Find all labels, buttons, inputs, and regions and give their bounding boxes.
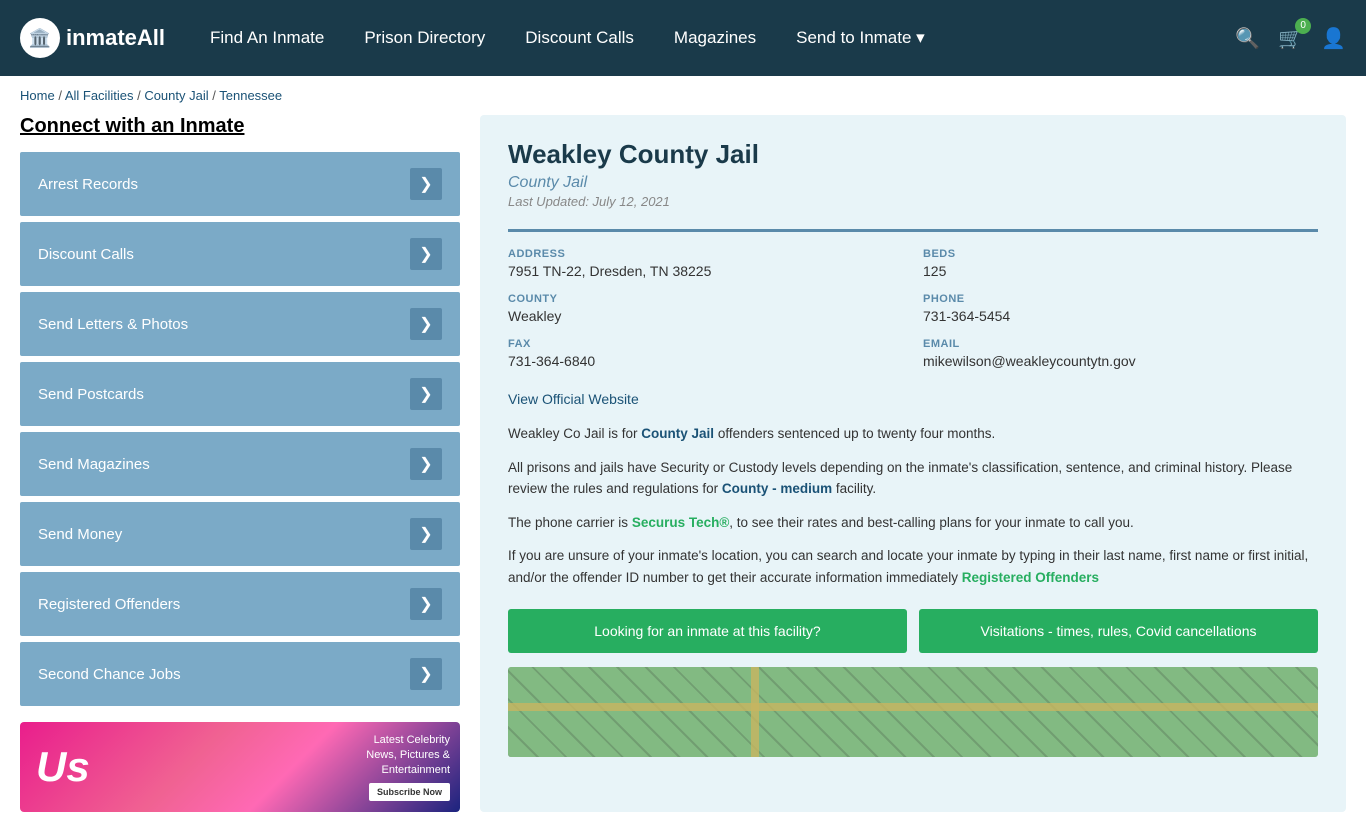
map-preview[interactable]: [508, 667, 1318, 757]
nav-find-inmate[interactable]: Find An Inmate: [210, 28, 324, 48]
ad-logo: Us: [20, 733, 106, 801]
address-field: ADDRESS 7951 TN-22, Dresden, TN 38225: [508, 248, 903, 279]
sidebar-arrow-discount-calls: ❯: [410, 238, 442, 270]
breadcrumb-all-facilities[interactable]: All Facilities: [65, 88, 134, 103]
sidebar-arrow-send-postcards: ❯: [410, 378, 442, 410]
cart-icon[interactable]: 🛒 0: [1278, 26, 1303, 51]
main-nav: Find An Inmate Prison Directory Discount…: [210, 28, 1205, 48]
sidebar-arrow-registered-offenders: ❯: [410, 588, 442, 620]
beds-field: BEDS 125: [923, 248, 1318, 279]
email-label: EMAIL: [923, 338, 1318, 350]
sidebar-item-label: Send Magazines: [38, 456, 150, 473]
sidebar-arrow-second-chance-jobs: ❯: [410, 658, 442, 690]
visitations-button[interactable]: Visitations - times, rules, Covid cancel…: [919, 609, 1318, 653]
sidebar-item-send-magazines[interactable]: Send Magazines ❯: [20, 432, 460, 496]
phone-value: 731-364-5454: [923, 308, 1318, 324]
view-website-link[interactable]: View Official Website: [508, 391, 639, 407]
sidebar-item-send-letters[interactable]: Send Letters & Photos ❯: [20, 292, 460, 356]
sidebar-arrow-send-money: ❯: [410, 518, 442, 550]
link-registered-offenders[interactable]: Registered Offenders: [962, 570, 1099, 585]
sidebar-item-registered-offenders[interactable]: Registered Offenders ❯: [20, 572, 460, 636]
find-inmate-button[interactable]: Looking for an inmate at this facility?: [508, 609, 907, 653]
ad-subscribe-button[interactable]: Subscribe Now: [369, 783, 450, 802]
facility-card: Weakley County Jail County Jail Last Upd…: [480, 115, 1346, 812]
user-icon[interactable]: 👤: [1321, 26, 1346, 51]
sidebar-title: Connect with an Inmate: [20, 115, 460, 138]
sidebar: Connect with an Inmate Arrest Records ❯ …: [20, 115, 460, 812]
breadcrumb-home[interactable]: Home: [20, 88, 55, 103]
sidebar-item-label: Discount Calls: [38, 246, 134, 263]
header-icons: 🔍 🛒 0 👤: [1235, 26, 1346, 51]
facility-details: ADDRESS 7951 TN-22, Dresden, TN 38225 BE…: [508, 229, 1318, 369]
fax-label: FAX: [508, 338, 903, 350]
map-image: [508, 667, 1318, 757]
sidebar-arrow-arrest-records: ❯: [410, 168, 442, 200]
sidebar-item-discount-calls[interactable]: Discount Calls ❯: [20, 222, 460, 286]
logo[interactable]: 🏛️ inmateAll: [20, 18, 180, 58]
sidebar-arrow-send-magazines: ❯: [410, 448, 442, 480]
sidebar-item-label: Arrest Records: [38, 176, 138, 193]
ad-banner[interactable]: Us Latest Celebrity News, Pictures & Ent…: [20, 722, 460, 812]
nav-magazines[interactable]: Magazines: [674, 28, 756, 48]
county-field: COUNTY Weakley: [508, 293, 903, 324]
desc-para-3: The phone carrier is Securus Tech®, to s…: [508, 512, 1318, 534]
header: 🏛️ inmateAll Find An Inmate Prison Direc…: [0, 0, 1366, 76]
sidebar-item-send-money[interactable]: Send Money ❯: [20, 502, 460, 566]
desc-para-1: Weakley Co Jail is for County Jail offen…: [508, 423, 1318, 445]
facility-type: County Jail: [508, 174, 1318, 192]
fax-value: 731-364-6840: [508, 353, 903, 369]
sidebar-arrow-send-letters: ❯: [410, 308, 442, 340]
beds-label: BEDS: [923, 248, 1318, 260]
desc-para-2: All prisons and jails have Security or C…: [508, 457, 1318, 500]
address-value: 7951 TN-22, Dresden, TN 38225: [508, 263, 903, 279]
breadcrumb-county-jail[interactable]: County Jail: [144, 88, 208, 103]
desc-para-4: If you are unsure of your inmate's locat…: [508, 545, 1318, 588]
link-county-medium[interactable]: County - medium: [722, 481, 832, 496]
phone-label: PHONE: [923, 293, 1318, 305]
email-value: mikewilson@weakleycountytn.gov: [923, 353, 1318, 369]
action-buttons: Looking for an inmate at this facility? …: [508, 609, 1318, 653]
sidebar-item-label: Send Letters & Photos: [38, 316, 188, 333]
facility-updated: Last Updated: July 12, 2021: [508, 194, 1318, 209]
map-road-horizontal: [508, 703, 1318, 711]
facility-description: Weakley Co Jail is for County Jail offen…: [508, 423, 1318, 589]
fax-field: FAX 731-364-6840: [508, 338, 903, 369]
ad-text: Latest Celebrity News, Pictures & Entert…: [106, 733, 460, 802]
county-value: Weakley: [508, 308, 903, 324]
address-label: ADDRESS: [508, 248, 903, 260]
main-content: Connect with an Inmate Arrest Records ❯ …: [0, 115, 1366, 832]
breadcrumb: Home / All Facilities / County Jail / Te…: [0, 76, 1366, 115]
nav-prison-directory[interactable]: Prison Directory: [364, 28, 485, 48]
breadcrumb-tennessee[interactable]: Tennessee: [219, 88, 282, 103]
link-county-jail[interactable]: County Jail: [641, 426, 714, 441]
logo-text: inmateAll: [66, 25, 165, 51]
sidebar-item-label: Send Money: [38, 526, 122, 543]
sidebar-item-arrest-records[interactable]: Arrest Records ❯: [20, 152, 460, 216]
map-road-vertical: [751, 667, 759, 757]
sidebar-item-second-chance-jobs[interactable]: Second Chance Jobs ❯: [20, 642, 460, 706]
sidebar-item-label: Registered Offenders: [38, 596, 180, 613]
county-label: COUNTY: [508, 293, 903, 305]
nav-send-to-inmate[interactable]: Send to Inmate ▾: [796, 28, 925, 48]
email-field: EMAIL mikewilson@weakleycountytn.gov: [923, 338, 1318, 369]
phone-field: PHONE 731-364-5454: [923, 293, 1318, 324]
sidebar-item-label: Send Postcards: [38, 386, 144, 403]
facility-name: Weakley County Jail: [508, 139, 1318, 170]
logo-icon: 🏛️: [20, 18, 60, 58]
nav-discount-calls[interactable]: Discount Calls: [525, 28, 634, 48]
link-securus[interactable]: Securus Tech®: [632, 515, 729, 530]
search-icon[interactable]: 🔍: [1235, 26, 1260, 51]
sidebar-item-label: Second Chance Jobs: [38, 666, 181, 683]
beds-value: 125: [923, 263, 1318, 279]
sidebar-item-send-postcards[interactable]: Send Postcards ❯: [20, 362, 460, 426]
cart-badge: 0: [1295, 18, 1311, 34]
